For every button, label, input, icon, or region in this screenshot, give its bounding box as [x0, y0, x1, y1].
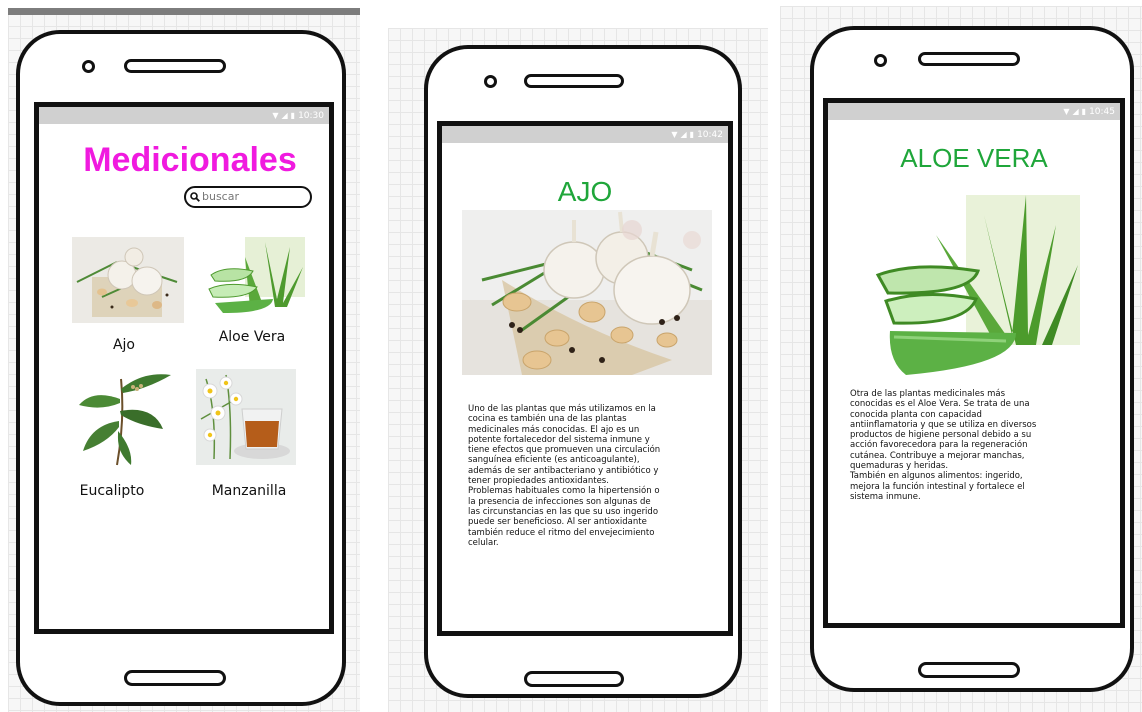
screen-list: ▼ ◢ ▮ 10:30 Medicionales buscar Ajo Aloe…	[34, 102, 334, 634]
aloe-vera-description: Otra de las plantas medicinales más cono…	[850, 389, 1037, 502]
speaker-slot	[524, 74, 624, 88]
aloe-image	[205, 237, 305, 319]
home-button[interactable]	[124, 670, 226, 686]
status-time: 10:42	[697, 130, 723, 140]
status-time: 10:45	[1089, 107, 1115, 117]
search-icon	[190, 192, 200, 202]
status-time: 10:30	[298, 111, 324, 121]
screen-aloe-vera: ▼ ◢ ▮ 10:45 ALOE VERA Otra de las plantas m…	[823, 98, 1125, 628]
ajo-hero-image	[462, 210, 712, 375]
battery-icon: ▮	[290, 111, 296, 120]
phone-mockup-ajo: ▼ ◢ ▮ 10:42 AJO Uno de las plantas que m…	[424, 45, 742, 698]
status-bar: ▼ ◢ ▮ 10:45	[828, 103, 1120, 120]
plant-label-aloe-vera[interactable]: Aloe Vera	[197, 329, 307, 345]
screen-ajo: ▼ ◢ ▮ 10:42 AJO Uno de las plantas que m…	[437, 121, 733, 636]
chamomile-image	[196, 369, 296, 465]
signal-icon: ◢	[680, 130, 687, 139]
status-bar: ▼ ◢ ▮ 10:30	[39, 107, 329, 124]
search-input[interactable]: buscar	[184, 186, 312, 208]
page-title: ALOE VERA	[900, 143, 1048, 173]
eucalyptus-image	[73, 369, 173, 467]
plant-label-eucalipto[interactable]: Eucalipto	[67, 483, 157, 499]
page-title: AJO	[557, 176, 613, 207]
status-bar: ▼ ◢ ▮ 10:42	[442, 126, 728, 143]
plant-label-manzanilla[interactable]: Manzanilla	[189, 483, 309, 499]
home-button[interactable]	[524, 671, 624, 687]
home-button[interactable]	[918, 662, 1020, 678]
canvas-topbar	[8, 8, 360, 15]
battery-icon: ▮	[689, 130, 695, 139]
camera-icon	[484, 75, 497, 88]
aloe-hero-image	[866, 195, 1080, 385]
phone-mockup-aloe-vera: ▼ ◢ ▮ 10:45 ALOE VERA Otra de las plantas m…	[810, 26, 1134, 692]
aloe-vera-thumbnail[interactable]	[205, 237, 305, 319]
ajo-description: Uno de las plantas que más utilizamos en…	[468, 404, 661, 548]
battery-icon: ▮	[1081, 107, 1087, 116]
ajo-thumbnail[interactable]	[72, 237, 184, 323]
manzanilla-thumbnail[interactable]	[196, 369, 296, 465]
page-title: Medicionales	[83, 141, 297, 179]
aloe-image	[866, 195, 1080, 385]
eucalipto-thumbnail[interactable]	[73, 369, 173, 467]
camera-icon	[82, 60, 95, 73]
garlic-image	[462, 210, 712, 375]
garlic-image	[72, 237, 184, 323]
speaker-slot	[124, 59, 226, 73]
wifi-icon: ▼	[671, 130, 678, 139]
speaker-slot	[918, 52, 1020, 66]
signal-icon: ◢	[281, 111, 288, 120]
search-placeholder: buscar	[202, 190, 239, 203]
wifi-icon: ▼	[1063, 107, 1070, 116]
phone-mockup-list: ▼ ◢ ▮ 10:30 Medicionales buscar Ajo Aloe…	[16, 30, 346, 706]
wifi-icon: ▼	[272, 111, 279, 120]
signal-icon: ◢	[1072, 107, 1079, 116]
plant-label-ajo[interactable]: Ajo	[99, 337, 149, 353]
camera-icon	[874, 54, 887, 67]
